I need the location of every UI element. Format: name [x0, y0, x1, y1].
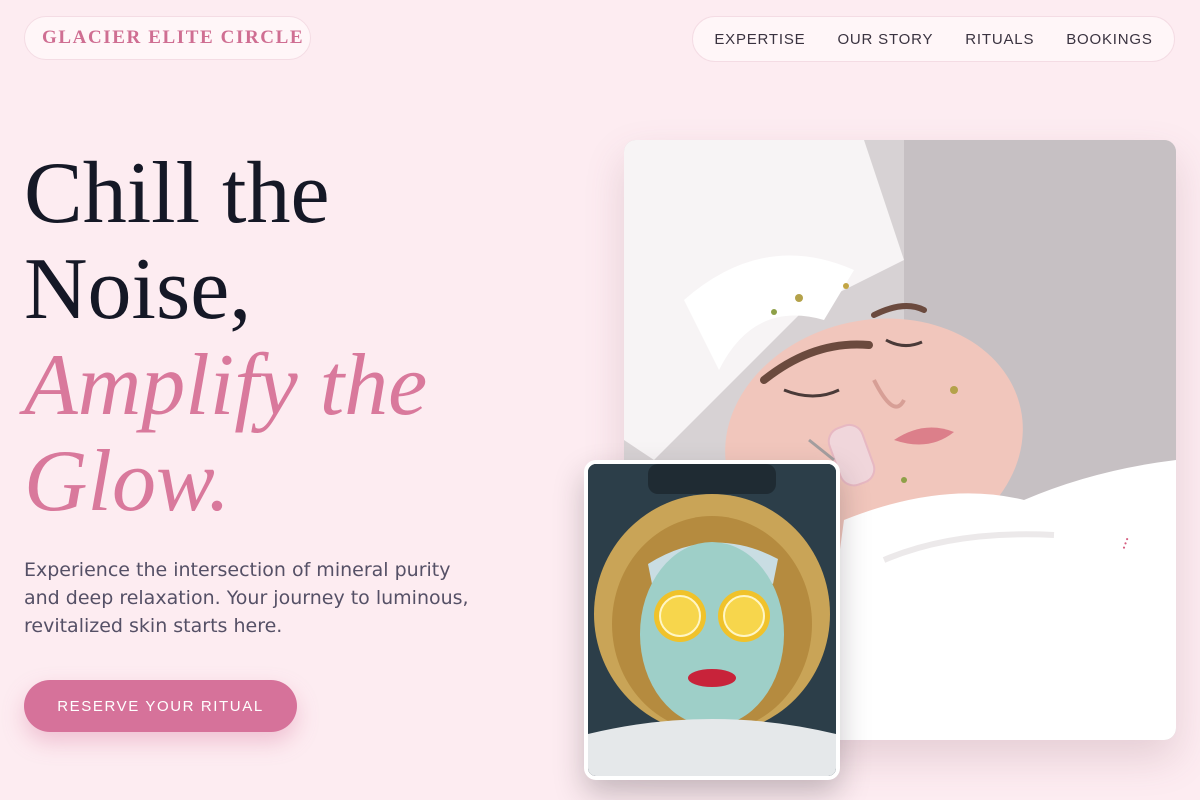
reserve-ritual-button[interactable]: RESERVE YOUR RITUAL [24, 680, 297, 732]
hero-description: Experience the intersection of mineral p… [24, 559, 469, 637]
headline-line-2: Noise, [24, 241, 252, 338]
headline-accent-2: Glow. [24, 433, 231, 530]
headline-line-1: Chill the [24, 145, 330, 242]
main-nav: EXPERTISE OUR STORY RITUALS BOOKINGS [692, 16, 1175, 62]
nav-item-our-story[interactable]: OUR STORY [837, 31, 933, 48]
nav-item-bookings[interactable]: BOOKINGS [1066, 31, 1152, 48]
nav-item-expertise[interactable]: EXPERTISE [714, 31, 805, 48]
nav-item-rituals[interactable]: RITUALS [965, 31, 1034, 48]
hero-headline: Chill the Noise, Amplify the Glow. [24, 146, 427, 530]
brand-name: GLACIER ELITE CIRCLE [42, 27, 305, 48]
face-mask-illustration [588, 464, 836, 776]
secondary-photo [584, 460, 840, 780]
brand-logo[interactable]: GLACIER ELITE CIRCLE [24, 16, 311, 60]
headline-accent-1: Amplify the [24, 337, 428, 434]
